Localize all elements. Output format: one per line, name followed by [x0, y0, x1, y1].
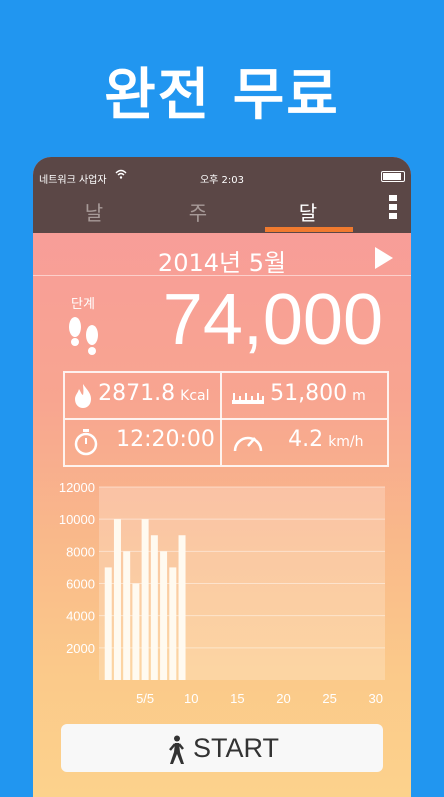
footprints-icon	[65, 313, 105, 363]
chart-x-tick-label: 20	[276, 691, 290, 706]
period-title: 2014년 5월	[157, 249, 287, 277]
status-bar: 네트워크 사업자 오후 2:03	[33, 157, 411, 191]
stats-grid: 2871.8 Kcal 51,800 m 12:20:00 4.2 km/h	[63, 371, 389, 467]
chart-bar	[160, 551, 168, 680]
chart-x-tick-label: 30	[369, 691, 383, 706]
speed-value: 4.2	[288, 427, 324, 452]
tab-week[interactable]: 주	[153, 197, 243, 226]
speed-unit: km/h	[328, 434, 364, 450]
stopwatch-icon	[74, 428, 98, 455]
next-period-arrow-icon[interactable]	[375, 247, 393, 269]
steps-label: 단계	[71, 297, 95, 312]
chart-bar	[113, 519, 121, 680]
chart-x-tick-label: 10	[184, 691, 198, 706]
ruler-icon	[232, 392, 264, 404]
speed-stat: 4.2 km/h	[231, 427, 364, 455]
chart-bar	[150, 535, 158, 680]
menu-icon[interactable]	[389, 195, 397, 222]
start-button[interactable]: START	[61, 724, 383, 772]
chart-bar	[104, 567, 112, 680]
flame-icon	[75, 383, 91, 408]
calories-unit: Kcal	[180, 388, 210, 404]
distance-value: 51,800	[270, 381, 348, 406]
battery-icon	[381, 171, 405, 182]
chart-y-tick-label: 2000	[66, 641, 95, 656]
calories-stat: 2871.8 Kcal	[73, 381, 210, 409]
promo-headline: 완전 무료	[104, 63, 340, 128]
chart-bar	[178, 535, 186, 680]
chart-y-tick-label: 12000	[59, 480, 95, 495]
walking-person-icon	[169, 735, 184, 764]
chart-x-tick-label: 25	[322, 691, 336, 706]
period-tabs: 날 주 달	[33, 191, 411, 233]
chart-y-tick-label: 4000	[66, 609, 95, 624]
chart-y-tick-label: 10000	[59, 512, 95, 527]
phone-screen: 네트워크 사업자 오후 2:03 날 주 달 2014년 5월 단계 74,00…	[33, 157, 411, 797]
period-header: 2014년 5월	[33, 237, 411, 277]
chart-bar	[141, 519, 149, 680]
chart-y-tick-label: 6000	[66, 577, 95, 592]
chart-x-tick-label: 5/5	[136, 691, 154, 706]
active-tab-indicator	[265, 227, 353, 232]
status-time: 오후 2:03	[199, 175, 245, 186]
distance-stat: 51,800 m	[231, 381, 366, 406]
chart-x-tick-label: 15	[230, 691, 244, 706]
distance-unit: m	[352, 388, 366, 404]
start-button-label: START	[192, 733, 279, 763]
duration-stat: 12:20:00	[73, 427, 215, 456]
duration-value: 12:20:00	[116, 427, 215, 452]
chart-y-tick-label: 8000	[66, 544, 95, 559]
chart-bar	[169, 567, 177, 680]
chart-bar	[132, 583, 140, 680]
tab-day[interactable]: 날	[49, 197, 139, 226]
chart-bar	[123, 551, 131, 680]
monthly-steps-chart: 2000 4000 6000 8000 10000 12000 5/5 10 15 20 25 30	[59, 480, 385, 706]
tab-month[interactable]: 달	[263, 197, 353, 226]
speedometer-icon	[233, 436, 263, 451]
steps-value: 74,000	[162, 280, 383, 360]
calories-value: 2871.8	[98, 381, 176, 406]
